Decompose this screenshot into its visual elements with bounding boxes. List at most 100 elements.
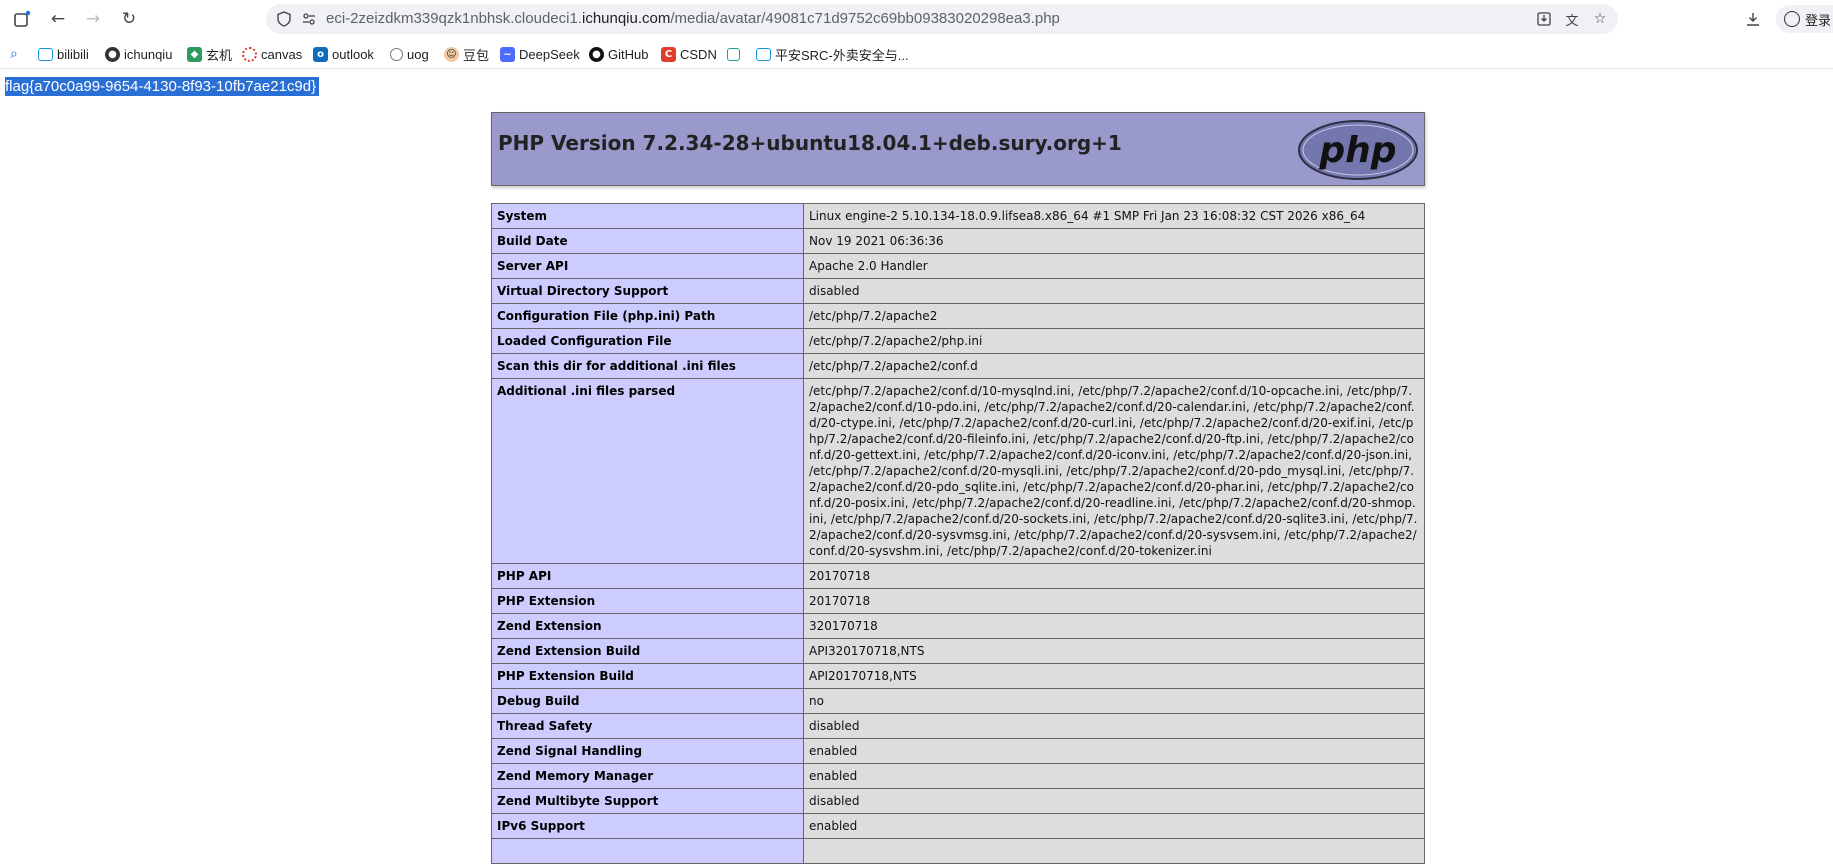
bookmark-label: GitHub <box>608 46 649 62</box>
translate-icon[interactable]: 文 <box>1562 9 1582 29</box>
bookmark-csdn[interactable]: C CSDN <box>661 45 717 63</box>
bookmark-label: 玄机 <box>206 47 233 63</box>
row-value <box>803 838 1425 864</box>
row-value: enabled <box>803 738 1425 764</box>
table-row: Additional .ini files parsed/etc/php/7.2… <box>491 378 1425 564</box>
bookmark-ichunqiu[interactable]: ● ichunqiu <box>105 45 172 63</box>
row-key: Zend Extension <box>491 613 804 639</box>
profile-button[interactable]: 登录 <box>1776 5 1833 33</box>
row-value: disabled <box>803 788 1425 814</box>
row-key: Debug Build <box>491 688 804 714</box>
php-info-table: System Linux engine-2 5.10.134-18.0.9.lif… <box>491 203 1425 864</box>
tab-actions-icon[interactable] <box>10 7 34 31</box>
grid-icon <box>727 47 740 61</box>
row-value: API320170718,NTS <box>803 638 1425 664</box>
outlook-icon: o <box>313 46 328 62</box>
row-value: /etc/php/7.2/apache2/php.ini <box>803 328 1425 354</box>
row-key: Scan this dir for additional .ini files <box>491 353 804 379</box>
install-app-icon[interactable] <box>1534 9 1554 29</box>
bookmark-label: CSDN <box>680 46 717 62</box>
site-info-icon[interactable] <box>274 9 294 29</box>
table-row: Zend Extension 320170718 <box>491 613 1425 639</box>
table-row: Thread Safety disabled <box>491 713 1425 739</box>
tune-icon[interactable] <box>299 9 319 29</box>
table-row: System Linux engine-2 5.10.134-18.0.9.lif… <box>491 203 1425 229</box>
row-value: disabled <box>803 278 1425 304</box>
table-row: PHP API 20170718 <box>491 563 1425 589</box>
table-row: Configuration File (php.ini) Path/etc/ph… <box>491 303 1425 329</box>
browser-toolbar: ← → ↻ eci-2zeizdkm339qzk1nbhsk.cloudeci1… <box>0 0 1833 38</box>
table-row: Build Date Nov 19 2021 06:36:36 <box>491 228 1425 254</box>
row-value: /etc/php/7.2/apache2 <box>803 303 1425 329</box>
reload-icon[interactable]: ↻ <box>117 7 141 31</box>
uog-icon <box>390 47 403 61</box>
row-value: enabled <box>803 763 1425 789</box>
row-value: /etc/php/7.2/apache2/conf.d <box>803 353 1425 379</box>
row-value: /etc/php/7.2/apache2/conf.d/10-mysqlnd.i… <box>803 378 1425 564</box>
row-value: API20170718,NTS <box>803 663 1425 689</box>
row-value: enabled <box>803 813 1425 839</box>
row-key: PHP API <box>491 563 804 589</box>
canvas-icon <box>242 46 257 62</box>
row-value: 320170718 <box>803 613 1425 639</box>
row-key: PHP Extension Build <box>491 663 804 689</box>
table-row: Zend Multibyte Support disabled <box>491 788 1425 814</box>
url-text[interactable]: eci-2zeizdkm339qzk1nbhsk.cloudeci1.ichun… <box>326 10 1060 27</box>
row-key: Zend Signal Handling <box>491 738 804 764</box>
table-row: Scan this dir for additional .ini files /… <box>491 353 1425 379</box>
bilibili-icon <box>38 47 53 61</box>
row-value: no <box>803 688 1425 714</box>
row-key <box>491 838 804 864</box>
row-key: Virtual Directory Support <box>491 278 804 304</box>
row-key: Thread Safety <box>491 713 804 739</box>
deepseek-icon: ~ <box>500 46 515 62</box>
forward-icon[interactable]: → <box>81 7 105 31</box>
row-value: 20170718 <box>803 563 1425 589</box>
row-key: System <box>491 203 804 229</box>
row-value: disabled <box>803 713 1425 739</box>
bookmark-uog[interactable]: uog <box>390 45 429 63</box>
bookmarks-search-icon[interactable]: ⌕ <box>10 45 18 63</box>
downloads-icon[interactable] <box>1741 7 1765 31</box>
bookmark-label: ichunqiu <box>124 46 173 62</box>
bookmark-label: outlook <box>332 46 374 62</box>
bookmark-github[interactable]: ● GitHub <box>589 45 648 63</box>
github-icon: ● <box>589 46 604 62</box>
bookmark-xuanji[interactable]: ◆ 玄机 <box>187 45 232 63</box>
table-row: IPv6 Support enabled <box>491 813 1425 839</box>
back-icon[interactable]: ← <box>46 7 70 31</box>
bookmark-label: 豆包 <box>463 47 490 63</box>
bookmark-label: DeepSeek <box>519 46 580 62</box>
bookmark-bilibili[interactable]: bilibili <box>38 45 89 63</box>
row-key: PHP Extension <box>491 588 804 614</box>
row-key: Zend Extension Build <box>491 638 804 664</box>
bookmark-pingan-src[interactable]: 平安SRC-外卖安全与... <box>756 45 909 63</box>
table-row: PHP Extension 20170718 <box>491 588 1425 614</box>
row-key: Loaded Configuration File <box>491 328 804 354</box>
table-row: Zend Memory Manager enabled <box>491 763 1425 789</box>
row-key: Zend Multibyte Support <box>491 788 804 814</box>
xuanji-icon: ◆ <box>187 46 202 62</box>
url-path: /media/avatar/49081c71d9752c69bb09383020… <box>670 10 1060 27</box>
bookmark-doubao[interactable]: ☺ 豆包 <box>444 45 489 63</box>
table-row: Server API Apache 2.0 Handler <box>491 253 1425 279</box>
php-logo-text: php <box>1318 130 1396 171</box>
row-value: 20170718 <box>803 588 1425 614</box>
bookmark-outlook[interactable]: o outlook <box>313 45 374 63</box>
flag-text: flag{a70c0a99-9654-4130-8f93-10fb7ae21c9… <box>5 77 320 96</box>
bookmark-star-icon[interactable]: ☆ <box>1590 9 1610 29</box>
table-row: Zend Extension Build API320170718,NTS <box>491 638 1425 664</box>
bookmark-label: 平安SRC-外卖安全与... <box>775 47 909 63</box>
php-version-header: PHP Version 7.2.34-28+ubuntu18.04.1+deb.… <box>491 112 1425 186</box>
bookmark-label: bilibili <box>57 46 89 62</box>
csdn-icon: C <box>661 46 676 62</box>
row-key: IPv6 Support <box>491 813 804 839</box>
bookmarks-bar: ⌕ bilibili ● ichunqiu ◆ 玄机 canvas o outlook… <box>0 40 1833 69</box>
bookmark-deepseek[interactable]: ~ DeepSeek <box>500 45 580 63</box>
address-bar[interactable]: eci-2zeizdkm339qzk1nbhsk.cloudeci1.ichun… <box>266 4 1618 34</box>
ichunqiu-icon: ● <box>105 46 120 62</box>
url-host: ichunqiu.com <box>581 10 671 27</box>
row-value: Nov 19 2021 06:36:36 <box>803 228 1425 254</box>
bookmark-canvas[interactable]: canvas <box>242 45 302 63</box>
bookmark-grid[interactable] <box>727 45 744 63</box>
